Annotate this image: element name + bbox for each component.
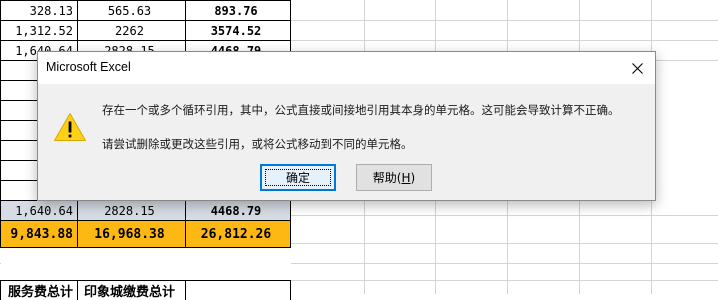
table-row: 328.13565.63893.76 (1, 1, 291, 21)
close-icon (632, 63, 643, 74)
dialog-message-secondary: 请尝试删除或更改这些引用，或将公式移动到不同的单元格。 (102, 136, 413, 152)
total-cell[interactable]: 9,843.88 (1, 221, 78, 248)
dialog-message-primary: 存在一个或多个循环引用，其中，公式直接或间接地引用其本身的单元格。这可能会导致计… (102, 102, 620, 118)
cell[interactable]: 328.13 (1, 1, 78, 21)
header-cell[interactable] (186, 281, 291, 300)
warning-icon (53, 112, 87, 142)
help-button[interactable]: 帮助(H) (356, 164, 432, 191)
help-button-label: 帮助(H) (373, 169, 415, 186)
circular-reference-dialog: Microsoft Excel 存在一个或多个循环引用，其中，公式直接或间接地引… (37, 51, 656, 201)
focus-rect (265, 169, 331, 186)
cell[interactable]: 565.63 (78, 1, 186, 21)
header-cell[interactable]: 印象城缴费总计 (78, 281, 186, 300)
ok-button[interactable]: 确定 (260, 164, 336, 191)
spacer-row (1, 248, 291, 281)
header-row: 服务费总计印象城缴费总计 (1, 281, 291, 300)
cell[interactable]: 4468.79 (186, 201, 291, 221)
total-row: 9,843.8816,968.3826,812.26 (1, 221, 291, 248)
cell[interactable]: 2828.15 (78, 201, 186, 221)
cell[interactable]: 2262 (78, 21, 186, 41)
header-cell[interactable]: 服务费总计 (1, 281, 78, 300)
cell[interactable]: 3574.52 (186, 21, 291, 41)
table-row: 1,312.5222623574.52 (1, 21, 291, 41)
total-cell[interactable]: 16,968.38 (78, 221, 186, 248)
close-button[interactable] (619, 52, 655, 84)
dialog-title: Microsoft Excel (46, 60, 131, 74)
cell[interactable]: 1,640.64 (1, 201, 78, 221)
cell[interactable]: 1,312.52 (1, 21, 78, 41)
total-cell[interactable]: 26,812.26 (186, 221, 291, 248)
table-row: 1,640.642828.154468.79 (1, 201, 291, 221)
cell[interactable]: 893.76 (186, 1, 291, 21)
dialog-titlebar[interactable]: Microsoft Excel (38, 52, 655, 84)
